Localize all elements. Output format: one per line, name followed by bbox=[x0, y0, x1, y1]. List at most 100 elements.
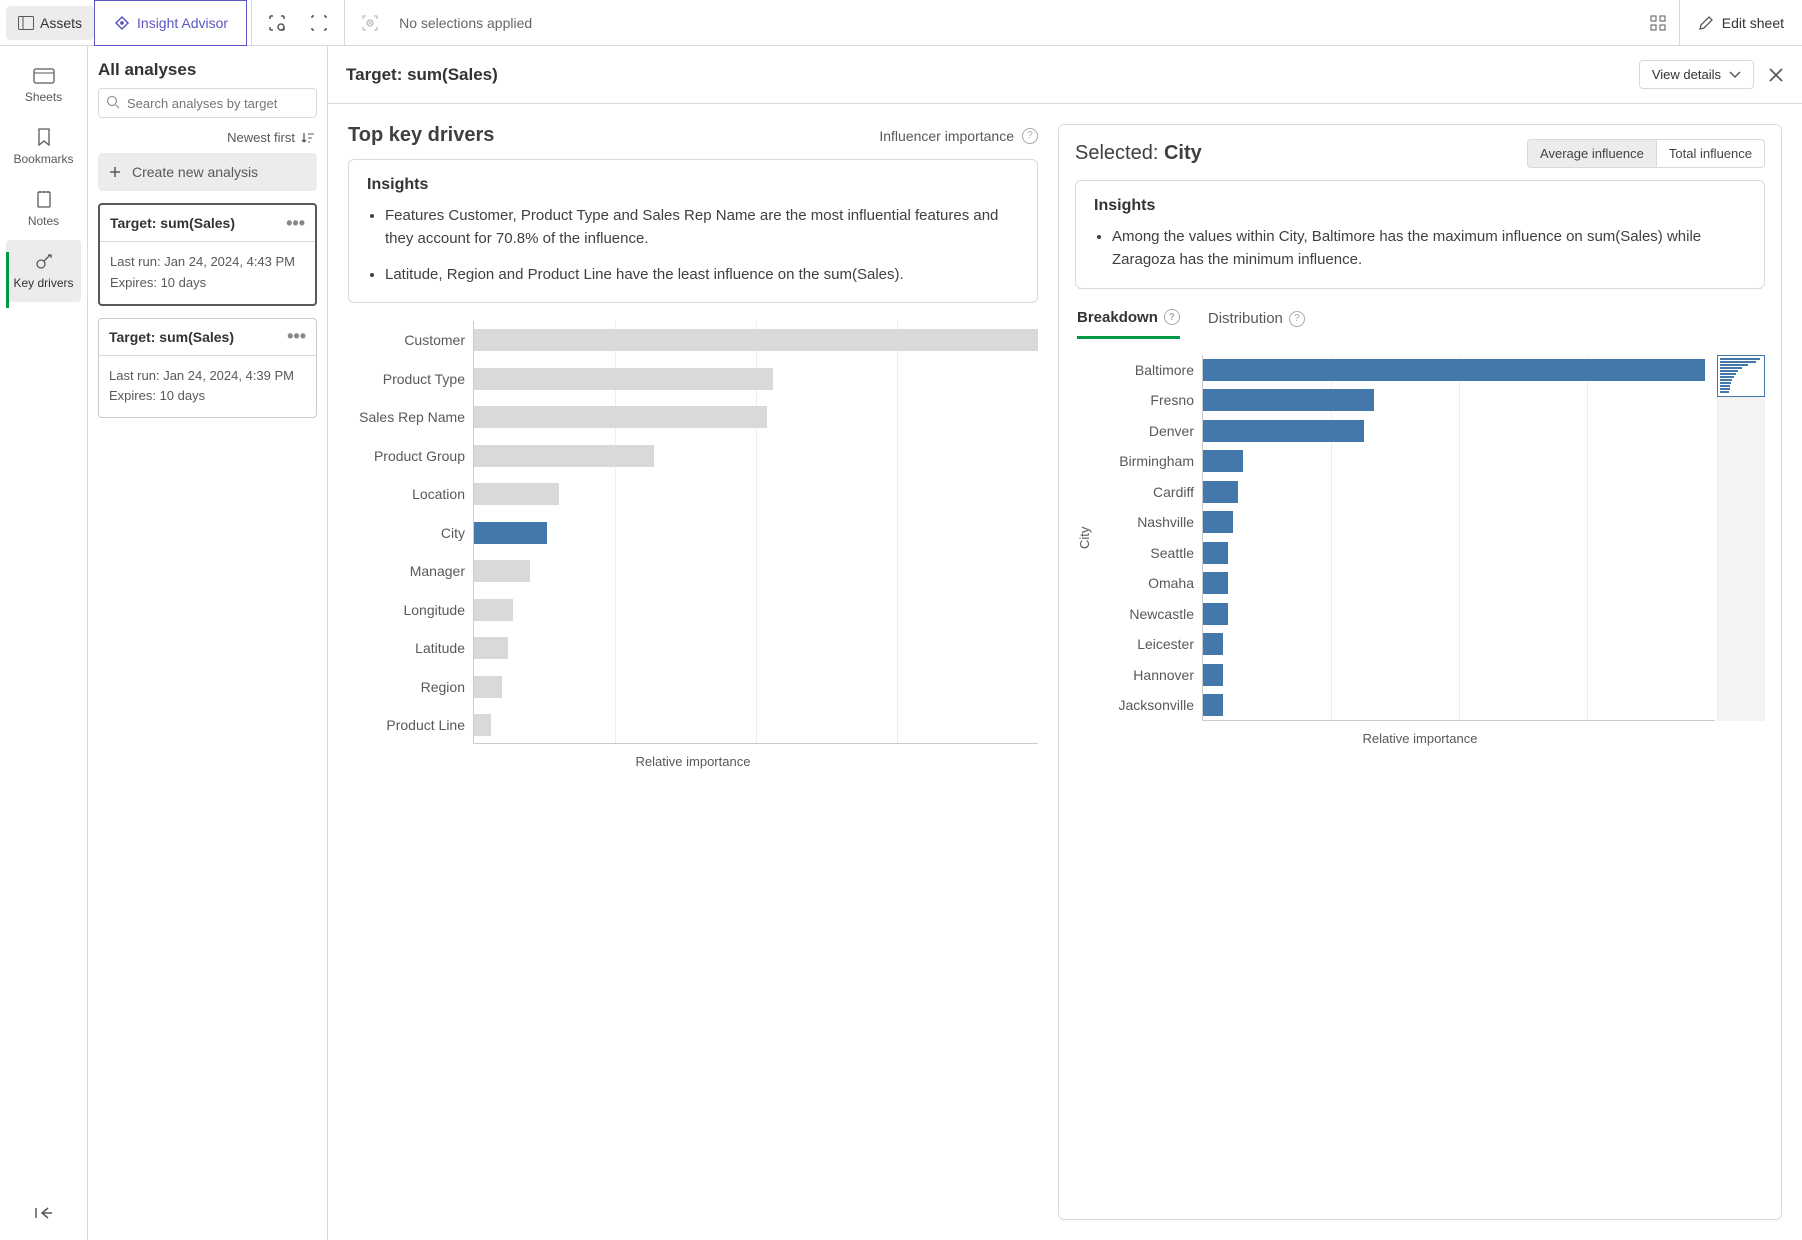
sort-icon bbox=[301, 131, 315, 145]
y-axis-label: Omaha bbox=[1092, 568, 1202, 599]
insight-label: Insight Advisor bbox=[137, 15, 228, 31]
y-axis-label: Product Group bbox=[348, 436, 473, 475]
tab-distribution-label: Distribution bbox=[1208, 310, 1283, 327]
bar[interactable] bbox=[1203, 359, 1705, 381]
selection-tool-1[interactable] bbox=[260, 6, 294, 40]
y-axis-label: Hannover bbox=[1092, 660, 1202, 691]
topbar: Assets Insight Advisor No selections app… bbox=[0, 0, 1802, 46]
minimap[interactable] bbox=[1717, 355, 1765, 397]
search-icon bbox=[106, 95, 120, 109]
bar[interactable] bbox=[1203, 664, 1223, 686]
y-axis-label: Latitude bbox=[348, 629, 473, 668]
bar[interactable] bbox=[1203, 511, 1233, 533]
y-axis-label: Longitude bbox=[348, 590, 473, 629]
rail-sheets-label: Sheets bbox=[25, 90, 62, 104]
y-axis-title: City bbox=[1075, 355, 1092, 721]
rail-bookmarks[interactable]: Bookmarks bbox=[6, 116, 81, 178]
bar[interactable] bbox=[474, 560, 530, 582]
key-drivers-chart: CustomerProduct TypeSales Rep NameProduc… bbox=[348, 321, 1038, 1220]
minimap-track[interactable] bbox=[1717, 397, 1765, 721]
influencer-importance-label: Influencer importance bbox=[879, 128, 1014, 144]
y-axis-label: Jacksonville bbox=[1092, 690, 1202, 721]
bar[interactable] bbox=[474, 637, 508, 659]
bar[interactable] bbox=[474, 676, 502, 698]
bar[interactable] bbox=[1203, 420, 1364, 442]
collapse-rail-button[interactable] bbox=[26, 1198, 62, 1228]
edit-sheet-label: Edit sheet bbox=[1722, 15, 1784, 31]
bar[interactable] bbox=[1203, 389, 1374, 411]
rail-sheets[interactable]: Sheets bbox=[6, 56, 81, 116]
assets-button[interactable]: Assets bbox=[6, 6, 94, 40]
bar[interactable] bbox=[1203, 694, 1223, 716]
bar[interactable] bbox=[474, 483, 559, 505]
search-input[interactable] bbox=[98, 88, 317, 118]
chevron-down-icon bbox=[1729, 71, 1741, 79]
assets-label: Assets bbox=[40, 15, 82, 31]
analysis-card-title: Target: sum(Sales) bbox=[109, 329, 234, 345]
analysis-card[interactable]: Target: sum(Sales) ••• Last run: Jan 24, … bbox=[98, 203, 317, 306]
bar[interactable] bbox=[474, 445, 654, 467]
bar[interactable] bbox=[1203, 542, 1228, 564]
expires: Expires: 10 days bbox=[110, 273, 305, 294]
help-icon[interactable]: ? bbox=[1289, 311, 1305, 327]
selection-status: No selections applied bbox=[399, 15, 532, 31]
y-axis-label: Product Type bbox=[348, 359, 473, 398]
key-drivers-icon bbox=[35, 252, 53, 270]
card-menu-button[interactable]: ••• bbox=[285, 332, 308, 341]
bar[interactable] bbox=[474, 406, 767, 428]
edit-sheet-button[interactable]: Edit sheet bbox=[1679, 0, 1802, 46]
y-axis-label: Nashville bbox=[1092, 507, 1202, 538]
close-button[interactable] bbox=[1768, 67, 1784, 83]
selection-tool-2[interactable] bbox=[302, 6, 336, 40]
help-icon[interactable]: ? bbox=[1022, 128, 1038, 144]
insight-item: Latitude, Region and Product Line have t… bbox=[385, 263, 1019, 286]
bar[interactable] bbox=[1203, 633, 1223, 655]
tab-breakdown-label: Breakdown bbox=[1077, 309, 1158, 326]
tab-breakdown[interactable]: Breakdown ? bbox=[1077, 309, 1180, 339]
bar[interactable] bbox=[474, 522, 547, 544]
main-area: Target: sum(Sales) View details Top key … bbox=[328, 46, 1802, 1240]
y-axis-label: Region bbox=[348, 667, 473, 706]
grid-icon[interactable] bbox=[1641, 6, 1675, 40]
key-drivers-title: Top key drivers bbox=[348, 124, 494, 147]
bar[interactable] bbox=[1203, 481, 1238, 503]
bar[interactable] bbox=[474, 599, 513, 621]
y-axis-label: Birmingham bbox=[1092, 446, 1202, 477]
analysis-card-title: Target: sum(Sales) bbox=[110, 215, 235, 231]
bar[interactable] bbox=[1203, 572, 1228, 594]
last-run: Last run: Jan 24, 2024, 4:39 PM bbox=[109, 366, 306, 387]
rail-bookmarks-label: Bookmarks bbox=[13, 152, 73, 166]
clear-selections-icon bbox=[353, 6, 387, 40]
insight-item: Features Customer, Product Type and Sale… bbox=[385, 204, 1019, 251]
tab-distribution[interactable]: Distribution ? bbox=[1208, 310, 1305, 337]
y-axis-label: Location bbox=[348, 475, 473, 514]
insight-item: Among the values within City, Baltimore … bbox=[1112, 225, 1746, 272]
avg-influence-tab[interactable]: Average influence bbox=[1528, 140, 1657, 167]
insight-advisor-button[interactable]: Insight Advisor bbox=[94, 0, 247, 46]
rail-notes[interactable]: Notes bbox=[6, 178, 81, 240]
sort-button[interactable]: Newest first bbox=[88, 118, 327, 153]
y-axis-label: Denver bbox=[1092, 416, 1202, 447]
insights-heading: Insights bbox=[367, 176, 1019, 194]
card-menu-button[interactable]: ••• bbox=[284, 219, 307, 228]
view-details-button[interactable]: View details bbox=[1639, 60, 1754, 89]
panel-icon bbox=[18, 16, 34, 30]
total-influence-tab[interactable]: Total influence bbox=[1657, 140, 1764, 167]
breakdown-chart: CityBaltimoreFresnoDenverBirminghamCardi… bbox=[1075, 355, 1765, 1204]
breakdown-tabs: Breakdown ? Distribution ? bbox=[1077, 309, 1763, 339]
rail-key-drivers[interactable]: Key drivers bbox=[6, 240, 81, 302]
insights-box-right: Insights Among the values within City, B… bbox=[1075, 180, 1765, 289]
bar[interactable] bbox=[1203, 603, 1228, 625]
create-analysis-button[interactable]: Create new analysis bbox=[98, 153, 317, 191]
target-title: Target: sum(Sales) bbox=[346, 65, 498, 85]
separator bbox=[251, 0, 252, 46]
y-axis-label: City bbox=[348, 513, 473, 552]
help-icon[interactable]: ? bbox=[1164, 309, 1180, 325]
analysis-card[interactable]: Target: sum(Sales) ••• Last run: Jan 24, … bbox=[98, 318, 317, 419]
bar[interactable] bbox=[1203, 450, 1243, 472]
bar[interactable] bbox=[474, 329, 1038, 351]
insights-heading: Insights bbox=[1094, 197, 1746, 215]
bar[interactable] bbox=[474, 368, 773, 390]
bar[interactable] bbox=[474, 714, 491, 736]
last-run: Last run: Jan 24, 2024, 4:43 PM bbox=[110, 252, 305, 273]
